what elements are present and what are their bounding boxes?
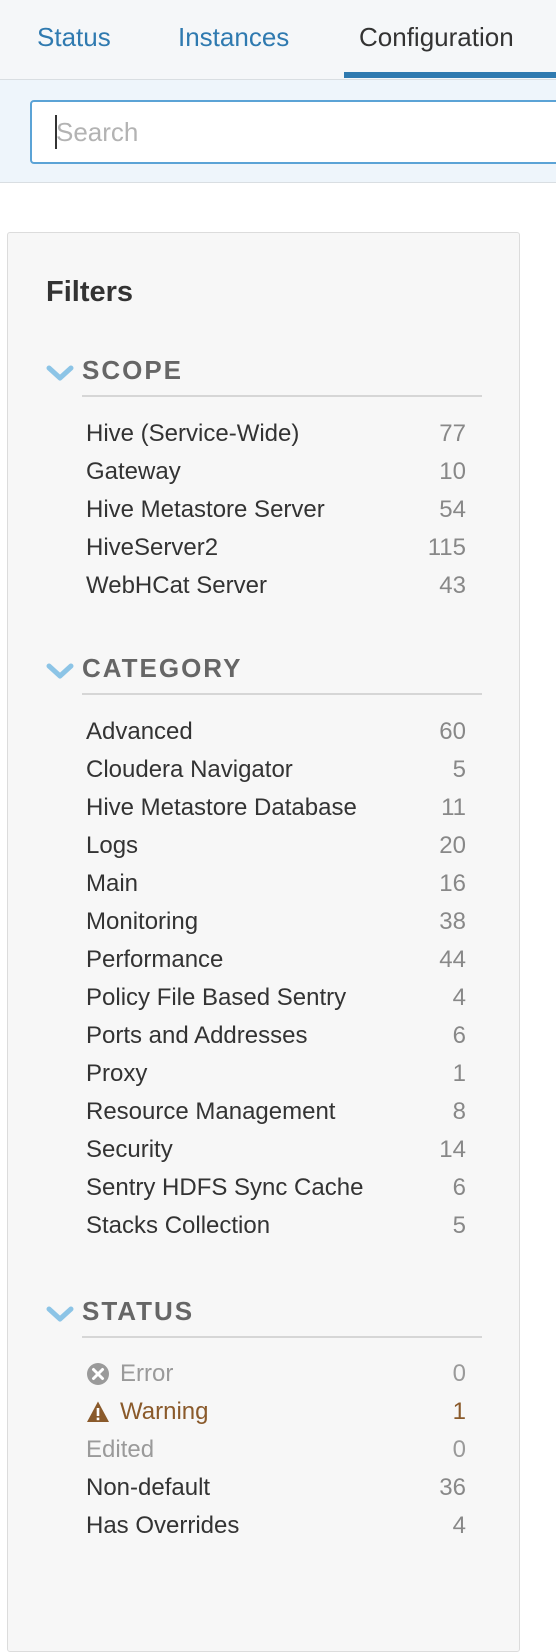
- filter-count: 4: [452, 1512, 466, 1539]
- tab-status[interactable]: Status: [37, 0, 111, 80]
- filter-count: 5: [452, 1212, 466, 1239]
- filter-count: 54: [439, 496, 466, 523]
- category-item[interactable]: Resource Management 8: [86, 1092, 466, 1132]
- status-section-toggle[interactable]: STATUS: [46, 1296, 482, 1340]
- filter-count: 5: [452, 756, 466, 783]
- filter-count: 43: [439, 572, 466, 599]
- filter-label: HiveServer2: [86, 534, 219, 561]
- filter-label: Gateway: [86, 458, 181, 485]
- chevron-down-icon: [46, 365, 74, 381]
- scope-item[interactable]: WebHCat Server 43: [86, 566, 466, 606]
- status-item-has-overrides[interactable]: Has Overrides 4: [86, 1506, 466, 1546]
- filter-label: Cloudera Navigator: [86, 756, 293, 783]
- scope-heading: SCOPE: [82, 355, 184, 385]
- scope-item[interactable]: Hive (Service-Wide) 77: [86, 414, 466, 454]
- filter-count: 8: [452, 1098, 466, 1125]
- filter-label: Performance: [86, 946, 224, 973]
- text-caret: [55, 115, 57, 149]
- scope-item[interactable]: Hive Metastore Server 54: [86, 490, 466, 530]
- filter-count: 115: [427, 534, 466, 561]
- filter-count: 10: [439, 458, 466, 485]
- filter-count: 16: [439, 870, 466, 897]
- status-item-error[interactable]: Error 0: [86, 1354, 466, 1394]
- filter-label: Warning: [120, 1398, 209, 1425]
- filter-count: 20: [439, 832, 466, 859]
- filter-label: Monitoring: [86, 908, 199, 935]
- divider: [82, 693, 482, 695]
- filter-label: Hive Metastore Server: [86, 496, 325, 523]
- filter-label: Advanced: [86, 718, 193, 745]
- scope-section-toggle[interactable]: SCOPE: [46, 355, 482, 399]
- active-tab-indicator: [344, 72, 556, 78]
- search-input[interactable]: [30, 100, 556, 164]
- filter-count: 60: [439, 718, 466, 745]
- category-item[interactable]: Policy File Based Sentry 4: [86, 978, 466, 1018]
- tab-configuration[interactable]: Configuration: [359, 0, 514, 80]
- filter-label: Logs: [86, 832, 139, 859]
- filter-label: Hive Metastore Database: [86, 794, 357, 821]
- divider: [82, 395, 482, 397]
- divider: [82, 1336, 482, 1338]
- chevron-down-icon: [46, 663, 74, 679]
- tab-bar: Status Instances Configuration: [0, 0, 556, 80]
- filter-label: Edited: [86, 1436, 155, 1463]
- filter-count: 11: [441, 794, 466, 821]
- scope-item[interactable]: HiveServer2 115: [86, 528, 466, 568]
- filters-title: Filters: [46, 276, 134, 308]
- category-item[interactable]: Logs 20: [86, 826, 466, 866]
- status-item-edited[interactable]: Edited 0: [86, 1430, 466, 1470]
- filter-label: WebHCat Server: [86, 572, 267, 599]
- category-item[interactable]: Stacks Collection 5: [86, 1206, 466, 1246]
- tab-instances[interactable]: Instances: [178, 0, 289, 80]
- category-item[interactable]: Cloudera Navigator 5: [86, 750, 466, 790]
- filter-count: 36: [439, 1474, 466, 1501]
- status-heading: STATUS: [82, 1296, 195, 1326]
- category-item[interactable]: Advanced 60: [86, 712, 466, 752]
- filter-count: 1: [452, 1398, 466, 1425]
- category-item[interactable]: Ports and Addresses 6: [86, 1016, 466, 1056]
- chevron-down-icon: [46, 1306, 74, 1322]
- scope-item[interactable]: Gateway 10: [86, 452, 466, 492]
- category-item[interactable]: Proxy 1: [86, 1054, 466, 1094]
- filter-label: Policy File Based Sentry: [86, 984, 347, 1011]
- filter-label: Main: [86, 870, 139, 897]
- filter-label: Ports and Addresses: [86, 1022, 308, 1049]
- category-item[interactable]: Sentry HDFS Sync Cache 6: [86, 1168, 466, 1208]
- filter-label: Proxy: [86, 1060, 148, 1087]
- status-item-warning[interactable]: Warning 1: [86, 1392, 466, 1432]
- filter-count: 77: [439, 420, 466, 447]
- filter-label: Security: [86, 1136, 173, 1163]
- filter-label: Hive (Service-Wide): [86, 420, 300, 447]
- category-item[interactable]: Performance 44: [86, 940, 466, 980]
- filter-label: Error: [120, 1360, 174, 1387]
- category-section-toggle[interactable]: CATEGORY: [46, 653, 482, 697]
- filter-label: Non-default: [86, 1474, 211, 1501]
- category-item[interactable]: Monitoring 38: [86, 902, 466, 942]
- filter-count: 0: [452, 1360, 466, 1387]
- filter-label: Sentry HDFS Sync Cache: [86, 1174, 364, 1201]
- filter-count: 0: [452, 1436, 466, 1463]
- filter-label: Stacks Collection: [86, 1212, 271, 1239]
- filter-count: 38: [439, 908, 466, 935]
- status-item-non-default[interactable]: Non-default 36: [86, 1468, 466, 1508]
- filter-count: 4: [452, 984, 466, 1011]
- filter-label: Resource Management: [86, 1098, 336, 1125]
- filter-count: 6: [452, 1022, 466, 1049]
- filter-count: 6: [452, 1174, 466, 1201]
- category-item[interactable]: Hive Metastore Database 11: [86, 788, 466, 828]
- filter-count: 44: [439, 946, 466, 973]
- category-item[interactable]: Main 16: [86, 864, 466, 904]
- filter-count: 1: [452, 1060, 466, 1087]
- filter-count: 14: [439, 1136, 466, 1163]
- filter-label: Has Overrides: [86, 1512, 240, 1539]
- category-item[interactable]: Security 14: [86, 1130, 466, 1170]
- category-heading: CATEGORY: [82, 653, 243, 683]
